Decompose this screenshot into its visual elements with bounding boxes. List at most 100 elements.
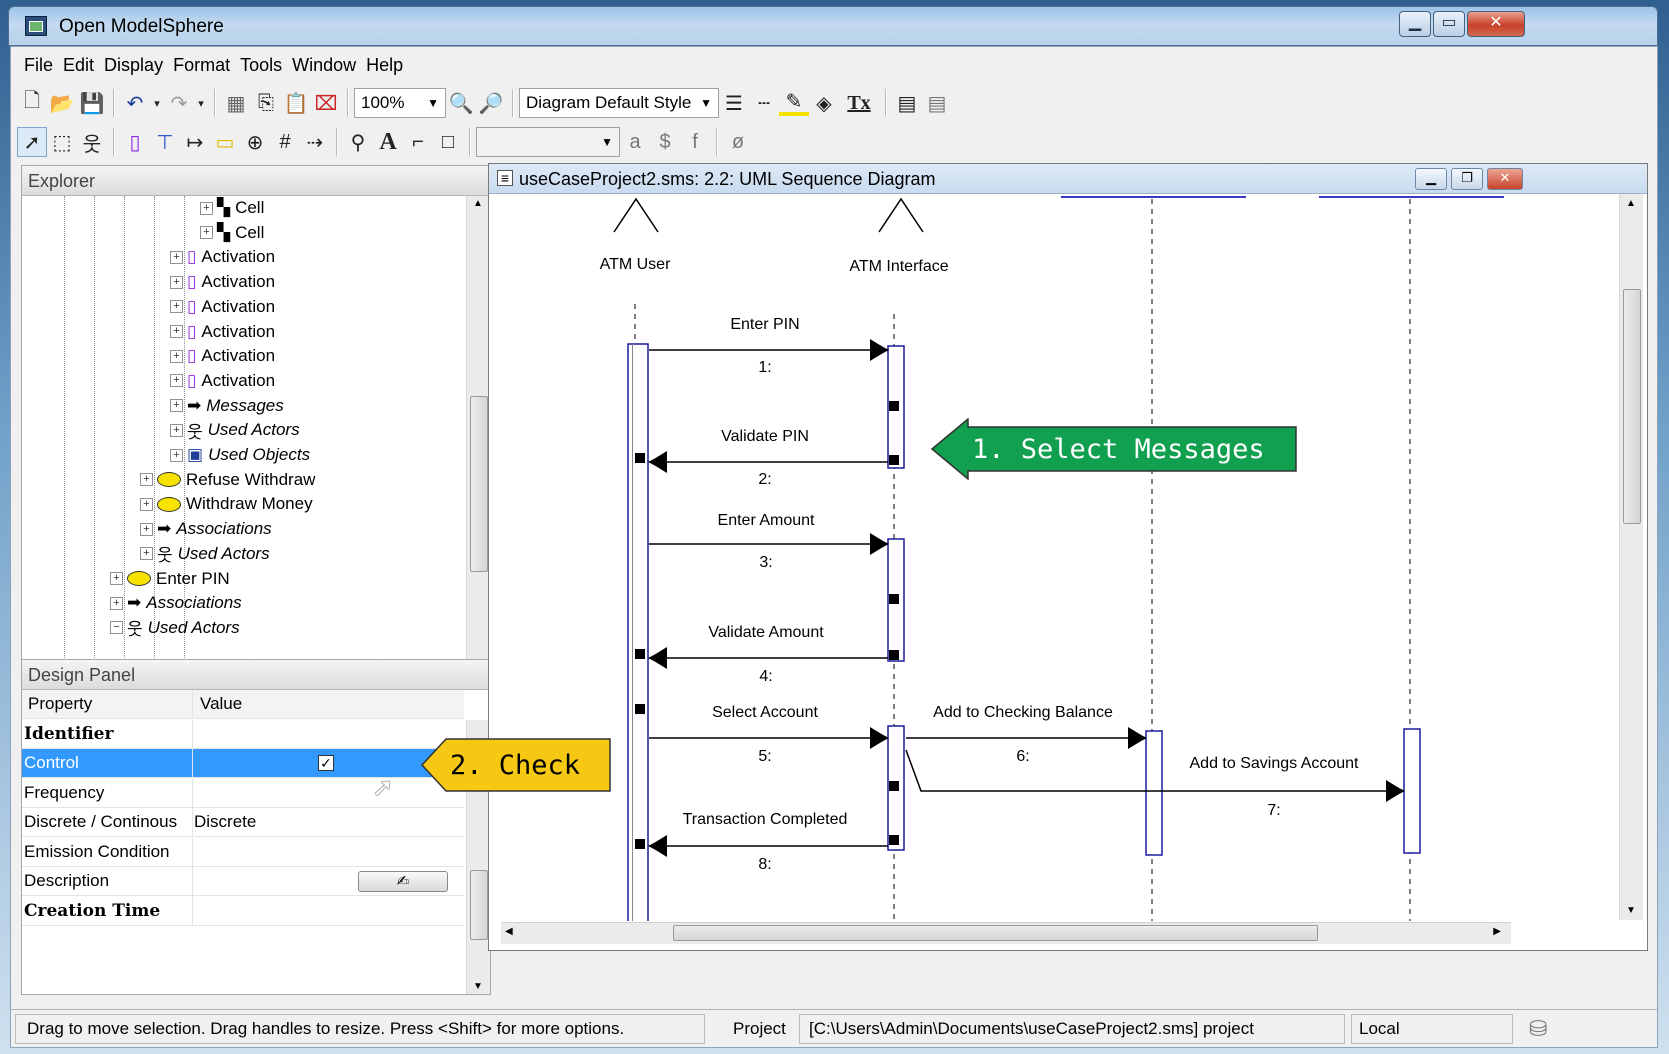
diagram-restore-button[interactable]: ❐ [1451,168,1483,190]
actor-label-atm-user[interactable]: ATM User [600,256,671,274]
new-file-icon[interactable]: 🗋 [17,88,47,118]
redo-icon[interactable]: ↷ [164,88,194,118]
expand-icon[interactable]: + [110,596,123,610]
title-bar[interactable]: Open ModelSphere ▁ ▭ ✕ [8,6,1658,46]
message-sequence-number[interactable]: 1: [758,359,771,377]
collapse-icon[interactable]: − [110,621,123,635]
expand-icon[interactable]: + [170,275,183,289]
message-label[interactable]: Select Account [712,704,818,722]
lifeline-tool-icon[interactable]: ⊤ [150,127,180,157]
expand-icon[interactable]: + [110,572,123,585]
select-tool-icon[interactable]: ➚ [17,127,47,157]
print-icon[interactable]: ▦ [221,88,251,118]
menu-tools[interactable]: Tools [235,49,287,79]
message-sequence-number[interactable]: 7: [1267,802,1280,820]
message-sequence-number[interactable]: 4: [759,668,772,686]
note-tool-icon[interactable]: ▭ [210,127,240,157]
menu-help[interactable]: Help [361,49,408,79]
scroll-up-icon[interactable]: ▲ [1626,198,1636,209]
expand-icon[interactable]: + [170,300,183,314]
actor-label-atm-interface[interactable]: ATM Interface [849,258,948,276]
expand-icon[interactable]: + [200,201,213,215]
expand-icon[interactable]: + [140,522,153,536]
scroll-right-icon[interactable]: ▶ [1493,926,1501,937]
minimize-button[interactable]: ▁ [1399,11,1431,37]
message-label[interactable]: Add to Checking Balance [933,704,1113,722]
zoom-out-icon[interactable]: 🔎 [476,88,506,118]
expand-icon[interactable]: + [170,448,183,462]
close-button[interactable]: ✕ [1467,11,1525,37]
menu-format[interactable]: Format [168,49,235,79]
scrollbar-thumb[interactable] [1623,289,1641,524]
tree-item[interactable]: + ▯ Activation [170,245,275,269]
tree-item[interactable]: + Withdraw Money [140,492,313,516]
undo-icon[interactable]: ↶ [120,88,150,118]
undo-dropdown-icon[interactable]: ▾ [150,88,164,118]
message-label[interactable]: Validate Amount [708,624,823,642]
scrollbar-thumb[interactable] [470,396,488,572]
open-folder-icon[interactable]: 📂 [47,88,77,118]
dependency-tool-icon[interactable]: ⇢ [300,127,330,157]
crosshair-tool-icon[interactable]: ⊕ [240,127,270,157]
tree-item[interactable]: + Refuse Withdraw [140,468,315,492]
scrollbar-thumb[interactable] [470,870,488,940]
tree-item[interactable]: + ▯ Activation [170,344,275,368]
edit-description-button[interactable]: ✍ [358,871,448,892]
diagram-minimize-button[interactable]: ▁ [1415,168,1447,190]
table-icon[interactable]: ▤ [892,88,922,118]
pen-color-icon[interactable]: ✎ [779,90,809,116]
value-column-header[interactable]: Value [200,694,242,714]
font-select[interactable]: ▼ [476,127,620,157]
property-row[interactable]: Creation Time [22,896,464,926]
tree-item[interactable]: + Enter PIN [110,567,230,591]
message-label[interactable]: Transaction Completed [683,811,848,829]
expand-icon[interactable]: + [170,423,183,437]
tree-item[interactable]: + ▚ Cell [200,221,264,245]
list-icon[interactable]: ▤ [922,88,952,118]
property-row[interactable]: Description ✍ [22,867,464,896]
save-icon[interactable]: 💾 [77,88,107,118]
property-row[interactable]: Frequency [22,778,464,808]
message-sequence-number[interactable]: 5: [758,748,771,766]
expand-icon[interactable]: + [140,473,153,487]
message-tool-icon[interactable]: ↦ [180,127,210,157]
expand-icon[interactable]: + [170,399,183,413]
connector-tool-icon[interactable]: ⌐ [403,127,433,157]
message-sequence-number[interactable]: 8: [758,856,771,874]
diagram-vertical-scrollbar[interactable]: ▲ ▼ [1619,194,1643,920]
menu-display[interactable]: Display [99,49,168,79]
diagram-title-bar[interactable]: ≡ useCaseProject2.sms: 2.2: UML Sequence… [489,164,1647,194]
property-row[interactable]: Control ✓ [22,749,464,778]
copy-icon[interactable]: ⎘ [251,88,281,118]
message-sequence-number[interactable]: 3: [759,554,772,572]
char-dollar-button[interactable]: $ [650,127,680,157]
property-row[interactable]: Identifier [22,719,464,749]
paste-icon[interactable]: 📋 [281,88,311,118]
hash-tool-icon[interactable]: # [270,127,300,157]
delete-icon[interactable]: ⌧ [311,88,341,118]
zoom-select[interactable]: 100% ▼ [354,88,446,118]
tree-item[interactable]: + ▣ Used Objects [170,443,310,467]
marquee-tool-icon[interactable]: ⬚ [47,127,77,157]
tree-item[interactable]: + ▚ Cell [200,196,264,220]
scroll-up-icon[interactable]: ▲ [473,198,483,209]
message-label[interactable]: Enter Amount [718,512,815,530]
dash-style-icon[interactable]: ┄ [749,88,779,118]
redo-dropdown-icon[interactable]: ▾ [194,88,208,118]
message-label[interactable]: Add to Savings Account [1190,755,1359,773]
message-label[interactable]: Enter PIN [730,316,799,334]
rectangle-tool-icon[interactable]: □ [433,127,463,157]
message-sequence-number[interactable]: 2: [758,471,771,489]
activation-tool-icon[interactable]: ▯ [120,127,150,157]
actor-tool-icon[interactable]: 웃 [77,127,107,157]
message-sequence-number[interactable]: 6: [1016,748,1029,766]
fill-color-icon[interactable]: ◈ [809,88,839,118]
tree-item[interactable]: + 웃 Used Actors [140,542,270,566]
menu-window[interactable]: Window [287,49,361,79]
char-null-button[interactable]: ø [723,127,753,157]
stamp-tool-icon[interactable]: ⚲ [343,127,373,157]
char-f-button[interactable]: f [680,127,710,157]
scroll-down-icon[interactable]: ▼ [473,981,483,992]
expand-icon[interactable]: + [170,250,183,264]
expand-icon[interactable]: + [140,547,153,561]
